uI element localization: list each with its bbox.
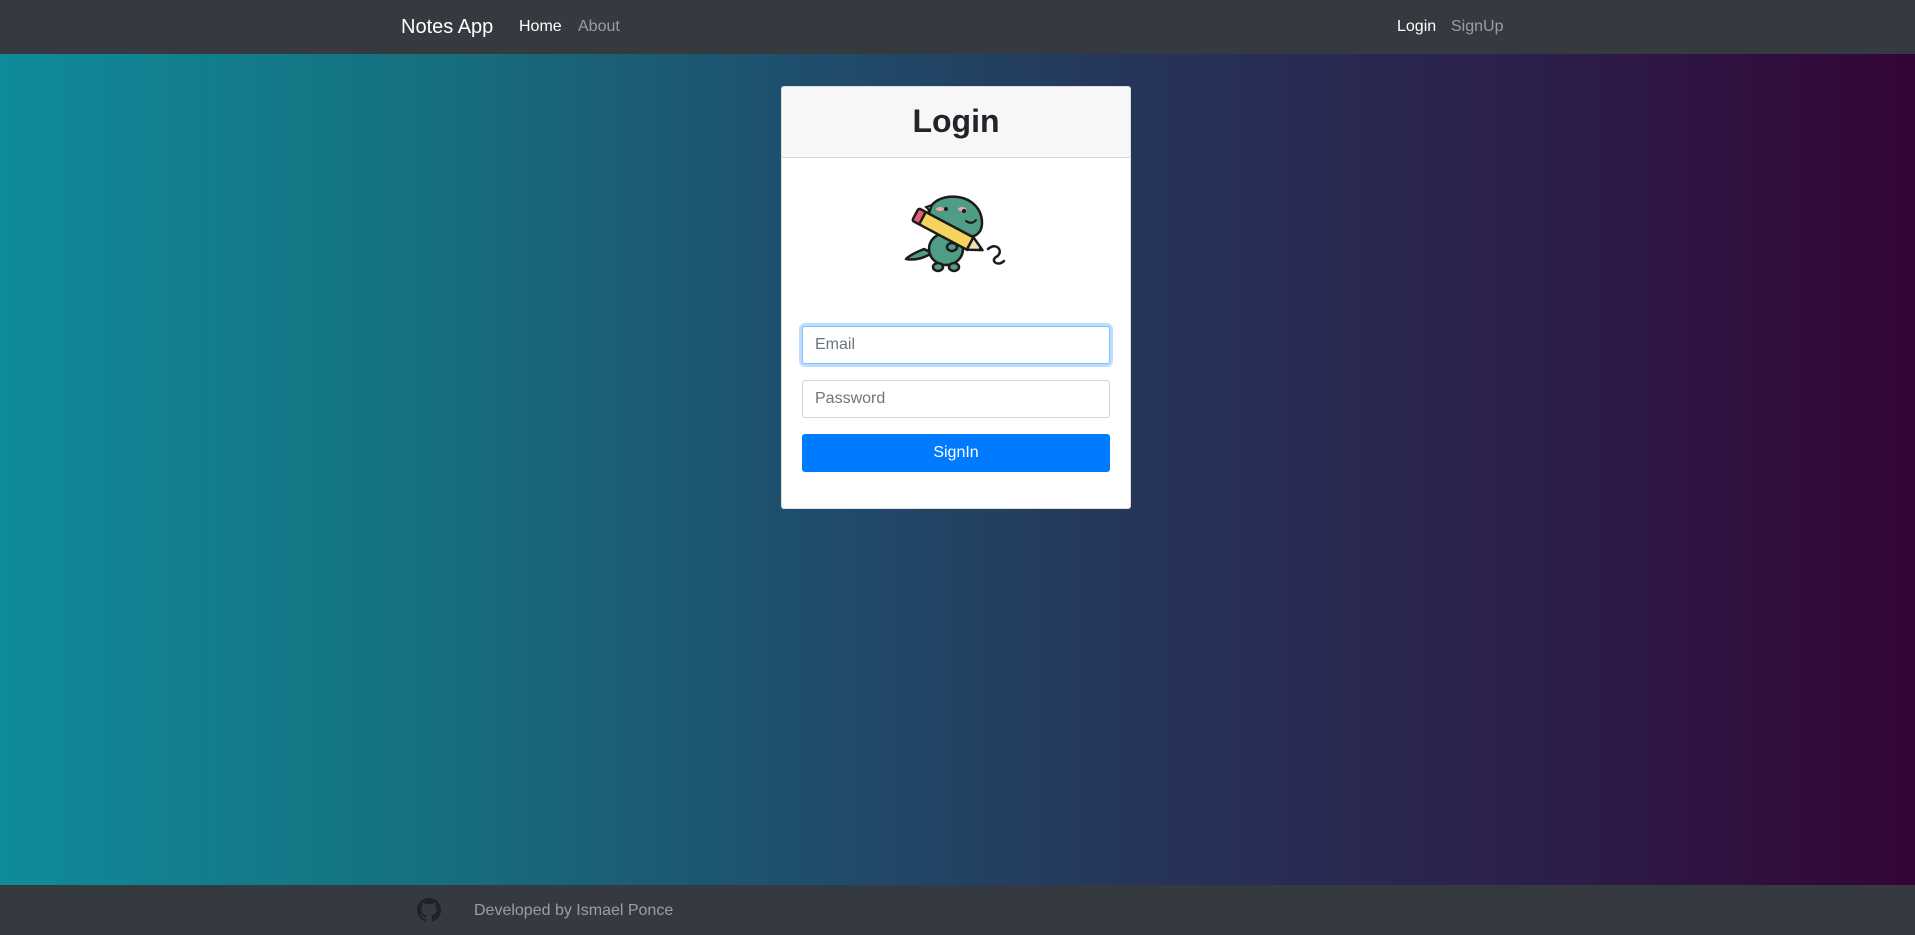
email-input[interactable] bbox=[802, 326, 1110, 364]
login-title: Login bbox=[912, 103, 1000, 139]
page-footer bbox=[0, 885, 1915, 935]
nav-about-link[interactable]: About bbox=[578, 17, 620, 37]
nav-home-link[interactable]: Home bbox=[519, 17, 562, 37]
login-card-header: Login bbox=[782, 87, 1130, 158]
footer-credit-text: Developed by Ismael Ponce bbox=[474, 902, 674, 919]
nav-signup-link[interactable]: SignUp bbox=[1451, 17, 1503, 37]
password-input[interactable] bbox=[802, 380, 1110, 418]
brand-link[interactable]: Notes App bbox=[401, 14, 493, 40]
dinosaur-pencil-icon bbox=[904, 195, 1006, 273]
nav-login-link[interactable]: Login bbox=[1397, 17, 1436, 37]
login-card: Login SignIn bbox=[781, 86, 1131, 509]
signin-button[interactable]: SignIn bbox=[802, 434, 1110, 472]
github-icon[interactable] bbox=[417, 898, 441, 922]
top-navbar: Notes App Home About Login SignUp bbox=[0, 0, 1915, 54]
